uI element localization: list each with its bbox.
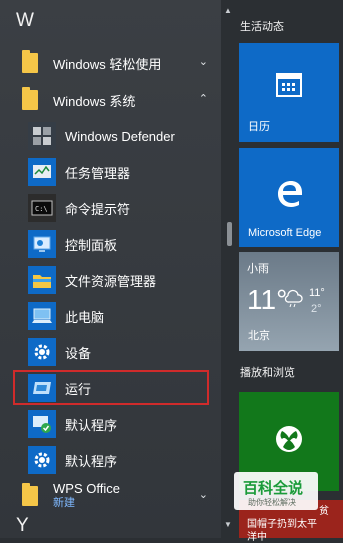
app-default-programs-2[interactable]: 默认程序: [0, 443, 218, 477]
scroll-down-icon[interactable]: ▼: [224, 520, 232, 529]
control-panel-icon: [28, 230, 56, 258]
weather-condition: 小雨: [247, 263, 269, 275]
app-label: Windows 系统: [53, 93, 136, 109]
section-header-w[interactable]: W: [16, 10, 34, 32]
app-label: 设备: [65, 345, 92, 361]
calendar-label: 日历: [248, 121, 270, 133]
app-task-manager[interactable]: 任务管理器: [0, 155, 218, 189]
news-text-1: 贫: [319, 506, 329, 517]
watermark-subtitle: 助你轻松解决: [248, 498, 296, 507]
app-label: 此电脑: [65, 309, 105, 325]
this-pc-icon: [28, 302, 56, 330]
file-explorer-icon: [28, 266, 56, 294]
chevron-down-icon: ⌄: [198, 489, 208, 501]
weather-temp: 11°: [247, 284, 288, 315]
news-text-3: 洋中: [247, 532, 267, 543]
task-manager-icon: [28, 158, 56, 186]
watermark: 百科全说 助你轻松解决: [234, 472, 318, 510]
app-folder-wps-office[interactable]: WPS Office 新建 ⌄: [0, 479, 218, 513]
app-this-pc[interactable]: 此电脑: [0, 299, 218, 333]
group-title-life[interactable]: 生活动态: [240, 18, 284, 34]
chevron-down-icon: ⌄: [198, 56, 208, 68]
edge-icon: [278, 181, 302, 207]
default-programs-icon: [28, 410, 56, 438]
app-windows-defender[interactable]: Windows Defender: [0, 119, 218, 153]
command-prompt-icon: C:\: [28, 194, 56, 222]
scrollbar-thumb[interactable]: [227, 222, 232, 246]
svg-text:C:\: C:\: [35, 205, 48, 213]
selection-highlight: [13, 370, 209, 405]
chevron-up-icon: ⌃: [198, 93, 208, 105]
rain-icon: [284, 289, 303, 308]
app-label: WPS Office: [53, 481, 120, 496]
folder-icon: [16, 49, 44, 77]
weather-high: 11°: [309, 287, 325, 299]
weather-low: 2°: [311, 303, 322, 315]
app-label: 任务管理器: [65, 165, 131, 181]
edge-label: Microsoft Edge: [248, 227, 322, 239]
new-badge: 新建: [53, 497, 75, 509]
app-command-prompt[interactable]: C:\ 命令提示符: [0, 191, 218, 225]
calendar-tile[interactable]: 日历: [239, 43, 339, 142]
calendar-icon: [276, 73, 302, 97]
watermark-title: 百科全说: [243, 480, 304, 497]
group-title-play[interactable]: 播放和浏览: [240, 364, 295, 380]
gear-icon: [28, 338, 56, 366]
app-label: Windows 轻松使用: [53, 56, 162, 72]
folder-icon: [16, 482, 44, 510]
gear-icon: [28, 446, 56, 474]
weather-city: 北京: [248, 330, 270, 342]
windows-defender-icon: [28, 122, 56, 150]
folder-icon: [16, 86, 44, 114]
xbox-icon: [276, 426, 302, 452]
app-devices[interactable]: 设备: [0, 335, 218, 369]
edge-tile[interactable]: Microsoft Edge: [239, 148, 339, 247]
app-label: Windows Defender: [65, 128, 175, 144]
app-folder-ease-of-access[interactable]: Windows 轻松使用 ⌄: [0, 46, 218, 80]
app-folder-windows-system[interactable]: Windows 系统 ⌃: [0, 83, 218, 117]
section-header-y[interactable]: Y: [16, 515, 29, 537]
app-file-explorer[interactable]: 文件资源管理器: [0, 263, 218, 297]
app-label: 控制面板: [65, 237, 118, 253]
app-label: 文件资源管理器: [65, 273, 157, 289]
app-label: 命令提示符: [65, 201, 131, 217]
app-default-programs[interactable]: 默认程序: [0, 407, 218, 441]
weather-tile[interactable]: 小雨 11° 11° 2° 北京: [239, 252, 339, 351]
app-control-panel[interactable]: 控制面板: [0, 227, 218, 261]
app-label: 默认程序: [65, 417, 118, 433]
app-label: 默认程序: [65, 453, 118, 469]
scroll-up-icon[interactable]: ▲: [224, 6, 232, 15]
